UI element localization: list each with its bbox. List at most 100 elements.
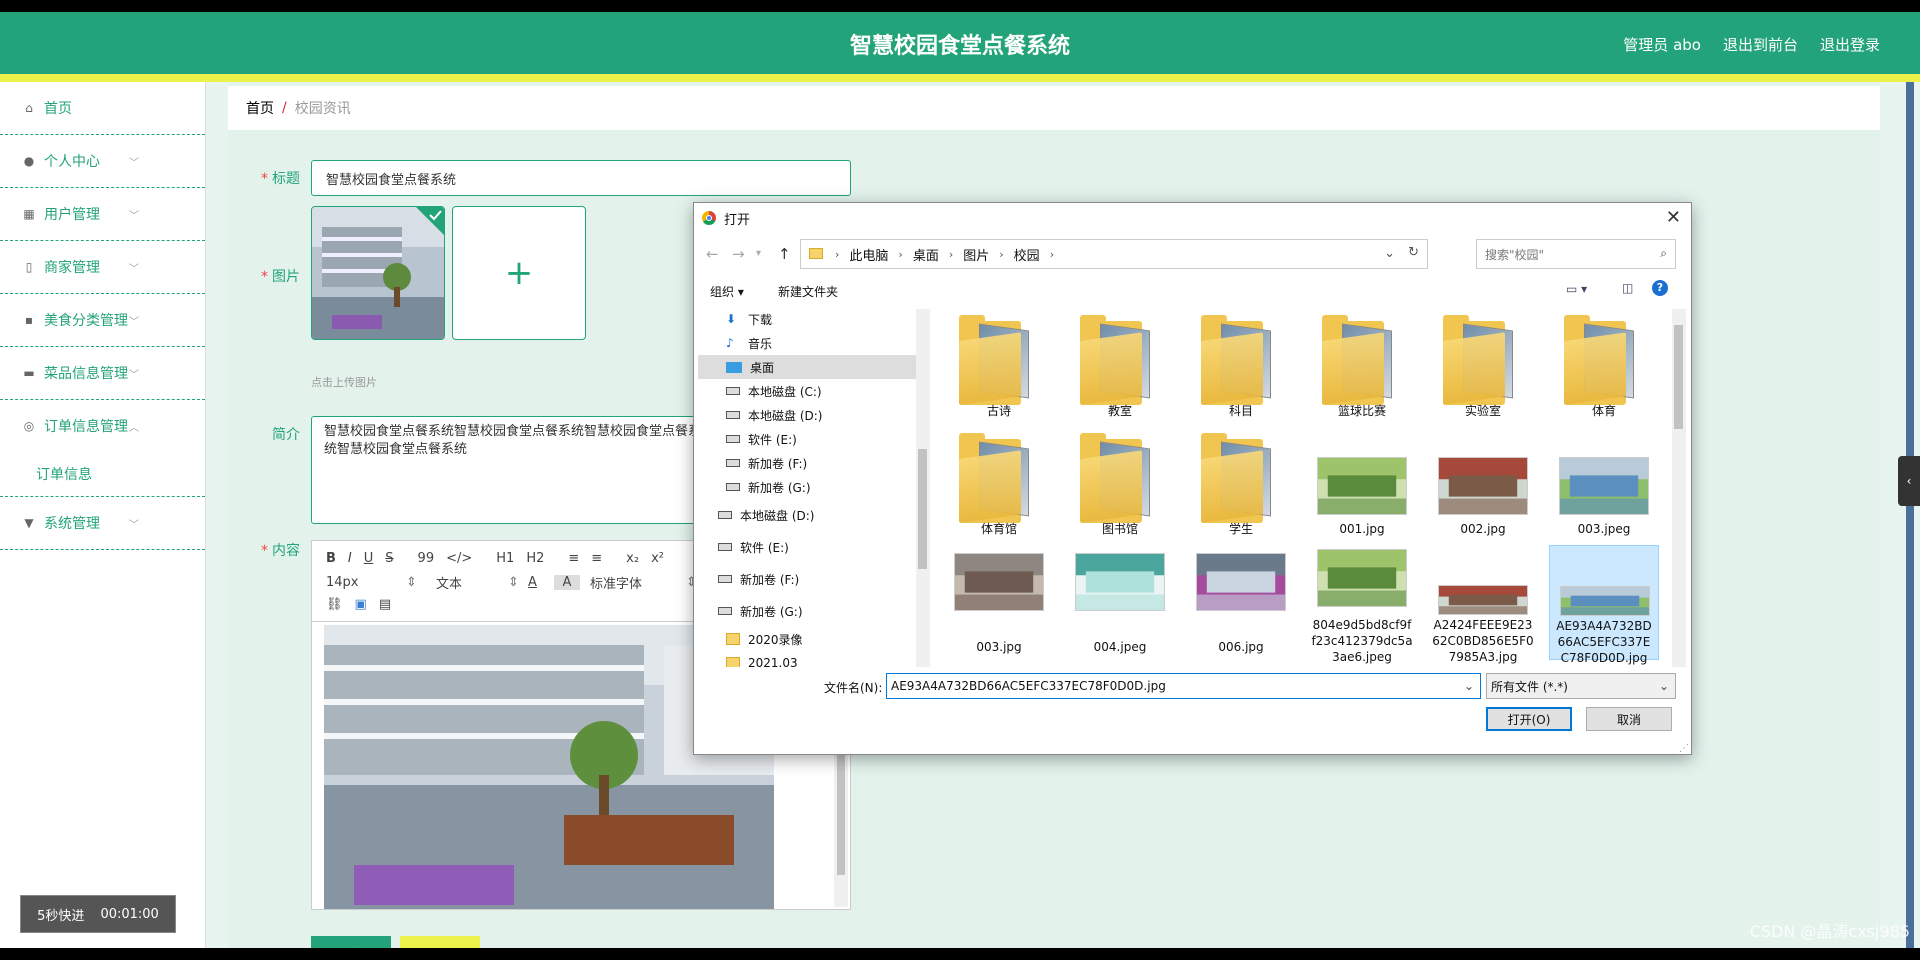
address-bar[interactable]: › 此电脑 › 桌面 › 图片 › 校园 › ⌄ ↻ [800, 239, 1428, 269]
tree-item[interactable]: 桌面 [698, 355, 916, 379]
submit-button[interactable]: 提交 [311, 936, 391, 948]
back-arrow-icon[interactable]: ← [706, 245, 719, 263]
exit-to-front-link[interactable]: 退出到前台 [1723, 34, 1798, 55]
ordered-list-button[interactable]: ≡ [568, 551, 579, 566]
cancel-button[interactable]: 取消 [400, 936, 480, 948]
image-file-item[interactable]: 003.jpeg [1549, 427, 1659, 542]
code-button[interactable]: </> [446, 551, 472, 566]
tree-item[interactable]: 本地磁盘 (C:) [698, 379, 916, 403]
link-icon[interactable]: ⛓ [326, 597, 343, 612]
add-image-button[interactable]: + [452, 206, 586, 340]
subscript-button[interactable]: x₂ [626, 551, 639, 566]
image-file-item[interactable]: 002.jpg [1428, 427, 1538, 542]
fast-forward-timer[interactable]: 5秒快进 00:01:00 [20, 895, 176, 933]
chevron-down-icon[interactable]: ⌄ [1464, 679, 1474, 693]
image-file-item[interactable]: 003.jpg [944, 545, 1054, 660]
folder-item[interactable]: 篮球比赛 [1307, 309, 1417, 424]
search-input[interactable]: 搜索"校园" ⌕ [1476, 239, 1676, 269]
uploaded-image-thumb[interactable] [311, 206, 445, 340]
new-folder-button[interactable]: 新建文件夹 [778, 283, 838, 300]
admin-user[interactable]: 管理员 abo [1623, 34, 1701, 55]
folder-item[interactable]: 古诗 [944, 309, 1054, 424]
image-file-item[interactable]: 804e9d5bd8cf9ff23c412379dc5a3ae6.jpeg [1307, 545, 1417, 664]
image-file-item[interactable]: 006.jpg [1186, 545, 1296, 660]
sidebar-item-profile[interactable]: ● 个人中心 ﹀ [0, 135, 205, 188]
breadcrumb-home[interactable]: 首页 [246, 98, 274, 118]
forward-arrow-icon[interactable]: → [732, 245, 745, 263]
tree-item[interactable]: 软件 (E:) [698, 427, 916, 451]
italic-button[interactable]: I [348, 551, 352, 566]
collapse-panel-tab[interactable]: ‹ [1898, 456, 1920, 506]
logout-link[interactable]: 退出登录 [1820, 34, 1880, 55]
font-family-select[interactable]: 标准字体 [590, 573, 686, 592]
filename-input[interactable]: AE93A4A732BD66AC5EFC337EC78F0D0D.jpg ⌄ [886, 673, 1481, 699]
folder-item[interactable]: 体育馆 [944, 427, 1054, 542]
folder-item[interactable]: 图书馆 [1065, 427, 1175, 542]
file-grid-scrollbar[interactable] [1672, 309, 1686, 667]
tree-item[interactable]: 2021.03 [698, 651, 916, 667]
superscript-button[interactable]: x² [651, 551, 664, 566]
sidebar-item-users[interactable]: ▦ 用户管理 ﹀ [0, 188, 205, 241]
organize-button[interactable]: 组织 ▾ [710, 283, 744, 300]
file-name-label: AE93A4A732BD66AC5EFC337EC78F0D0D.jpg [1556, 619, 1652, 665]
bold-button[interactable]: B [326, 551, 336, 566]
close-icon[interactable]: ✕ [1666, 207, 1681, 228]
open-button[interactable]: 打开(O) [1486, 707, 1572, 731]
image-file-item[interactable]: A2424FEEE9E2362C0BD856E5F07985A3.jpg [1428, 545, 1538, 664]
strike-button[interactable]: S [385, 551, 393, 566]
sidebar-item-orders[interactable]: ◎ 订单信息管理 ︿ [0, 400, 205, 452]
up-arrow-icon[interactable]: ↑ [778, 245, 791, 263]
folder-item[interactable]: 学生 [1186, 427, 1296, 542]
tree-item[interactable]: 软件 (E:) [698, 531, 916, 563]
path-segment[interactable]: 桌面 [913, 245, 939, 264]
path-segment[interactable]: 此电脑 [849, 245, 888, 264]
tree-item[interactable]: 新加卷 (F:) [698, 563, 916, 595]
filetype-select[interactable]: 所有文件 (*.*) ⌄ [1486, 673, 1676, 699]
image-file-item[interactable]: 004.jpeg [1065, 545, 1175, 660]
path-segment[interactable]: 校园 [1014, 245, 1040, 264]
page-scrollbar[interactable] [1906, 82, 1914, 948]
refresh-icon[interactable]: ↻ [1408, 245, 1419, 260]
help-icon[interactable]: ? [1652, 280, 1668, 296]
quote-button[interactable]: 99 [418, 551, 435, 566]
underline-button[interactable]: U [364, 551, 374, 566]
folder-item[interactable]: 实验室 [1428, 309, 1538, 424]
tree-item[interactable]: 本地磁盘 (D:) [698, 403, 916, 427]
sidebar-item-home[interactable]: ⌂ 首页 [0, 82, 205, 135]
sidebar-item-food-category[interactable]: ▪ 美食分类管理 ﹀ [0, 294, 205, 347]
tree-item[interactable]: 新加卷 (G:) [698, 475, 916, 499]
bullet-list-button[interactable]: ≡ [591, 551, 602, 566]
tree-scrollbar[interactable] [916, 309, 930, 667]
image-file-item[interactable]: AE93A4A732BD66AC5EFC337EC78F0D0D.jpg [1549, 545, 1659, 665]
image-insert-icon[interactable]: ▣ [355, 597, 367, 612]
tree-item[interactable]: 新加卷 (F:) [698, 451, 916, 475]
tree-item[interactable]: 本地磁盘 (D:) [698, 499, 916, 531]
path-segment[interactable]: 图片 [963, 245, 989, 264]
sidebar-item-system[interactable]: ▼ 系统管理 ﹀ [0, 497, 205, 550]
font-size-select[interactable]: 14px [326, 575, 406, 590]
background-color-icon[interactable]: A [554, 575, 580, 590]
dialog-cancel-button[interactable]: 取消 [1586, 707, 1672, 731]
h2-button[interactable]: H2 [526, 551, 544, 566]
folder-item[interactable]: 教室 [1065, 309, 1175, 424]
tree-item[interactable]: 2020录像 [698, 627, 916, 651]
address-dropdown-icon[interactable]: ⌄ [1384, 246, 1395, 261]
sidebar-item-merchants[interactable]: ▯ 商家管理 ﹀ [0, 241, 205, 294]
tree-item[interactable]: 新加卷 (G:) [698, 595, 916, 627]
text-type-select[interactable]: 文本 [436, 573, 508, 592]
image-file-item[interactable]: 001.jpg [1307, 427, 1417, 542]
folder-item[interactable]: 科目 [1186, 309, 1296, 424]
title-input[interactable]: 智慧校园食堂点餐系统 [311, 160, 851, 196]
sidebar-item-dishes[interactable]: ▬ 菜品信息管理 ﹀ [0, 347, 205, 400]
sidebar-subitem-order-info[interactable]: 订单信息 [0, 452, 205, 497]
tree-item[interactable]: ⬇ 下载 [698, 307, 916, 331]
folder-item[interactable]: 体育 [1549, 309, 1659, 424]
font-color-icon[interactable]: A [528, 575, 554, 590]
h1-button[interactable]: H1 [496, 551, 514, 566]
preview-pane-icon[interactable]: ◫ [1622, 281, 1633, 295]
recent-dropdown-icon[interactable]: ▾ [756, 248, 761, 259]
video-insert-icon[interactable]: ▤ [379, 597, 391, 612]
resize-grip-icon[interactable]: ⋰ [1679, 743, 1689, 754]
view-options-icon[interactable]: ▭ ▾ [1566, 282, 1587, 296]
tree-item[interactable]: ♪ 音乐 [698, 331, 916, 355]
